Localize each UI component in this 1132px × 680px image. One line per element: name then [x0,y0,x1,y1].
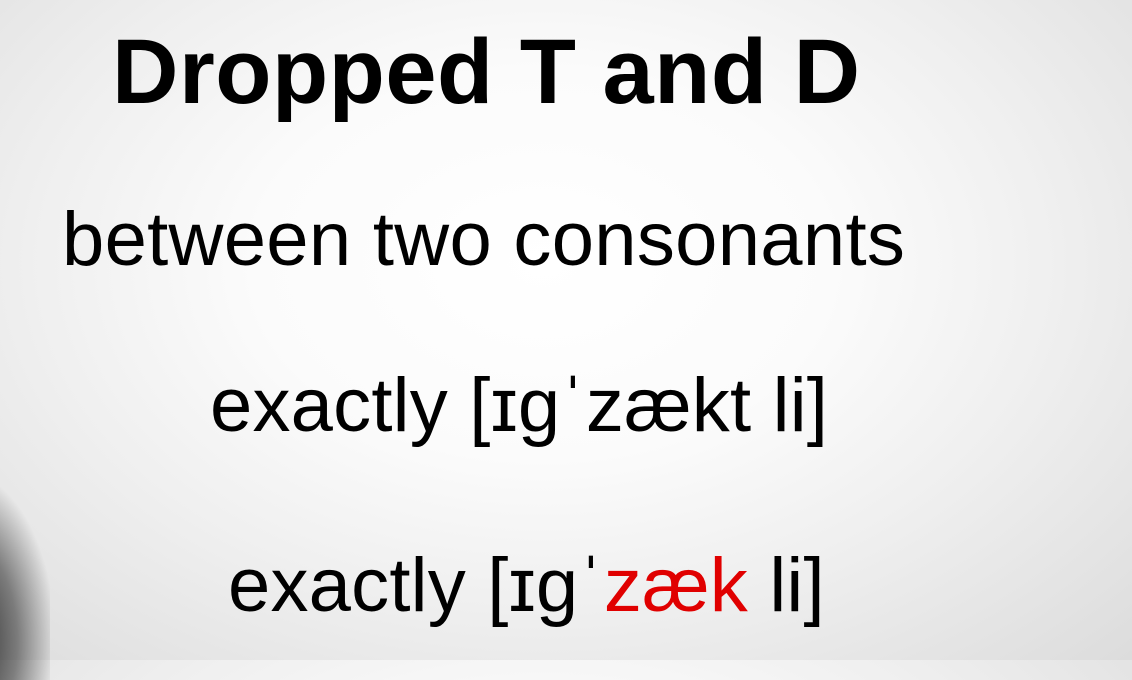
slide-title: Dropped T and D [112,21,861,123]
lesson-slide: Dropped T and D between two consonants e… [0,0,1132,680]
example-dropped-pronunciation: exactly [ɪɡˈzæk li] [0,548,1132,624]
slide-subtitle: between two consonants [62,197,906,282]
pronunciation-open: [ɪɡˈ [469,363,586,448]
example-full-pronunciation: exactly [ɪɡˈzækt li] [0,368,1132,444]
example-word: exactly [228,543,466,628]
pronunciation-close: li] [748,543,825,628]
example-word: exactly [210,363,448,448]
pronunciation-main: zækt [585,363,752,448]
pronunciation-open: [ɪɡˈ [487,543,604,628]
pronunciation-close: li] [751,363,829,448]
highlighted-pronunciation: zæk [603,543,748,628]
